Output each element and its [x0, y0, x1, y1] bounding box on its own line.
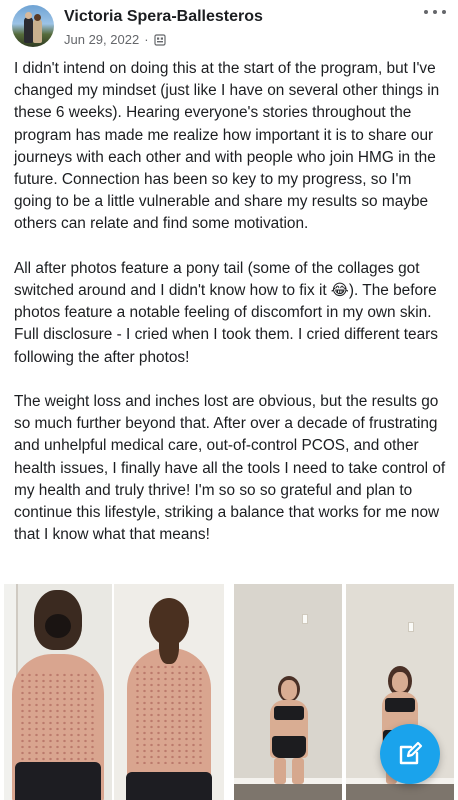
post-screen: Victoria Spera-Ballesteros Jun 29, 2022 …	[0, 0, 458, 800]
photo-front-before[interactable]	[234, 584, 342, 800]
avatar[interactable]	[12, 5, 54, 47]
photo-back-after[interactable]	[114, 584, 224, 800]
post-paragraph-3: The weight loss and inches lost are obvi…	[14, 393, 446, 544]
post-date[interactable]: Jun 29, 2022	[64, 32, 139, 47]
post-meta: Jun 29, 2022 ·	[64, 32, 166, 47]
photo-back-before[interactable]	[4, 584, 112, 800]
author-name[interactable]: Victoria Spera-Ballesteros	[64, 8, 263, 26]
post-header: Victoria Spera-Ballesteros Jun 29, 2022 …	[0, 0, 458, 54]
compose-edit-icon	[399, 741, 423, 765]
compose-button[interactable]	[380, 724, 440, 784]
meta-separator: ·	[144, 32, 149, 47]
post-paragraph-1: I didn't intend on doing this at the sta…	[14, 60, 440, 233]
post-body: I didn't intend on doing this at the sta…	[14, 58, 450, 569]
more-options-icon[interactable]	[424, 4, 446, 20]
group-audience-icon	[153, 33, 166, 46]
post-paragraph-2: All after photos feature a pony tail (so…	[14, 259, 438, 366]
